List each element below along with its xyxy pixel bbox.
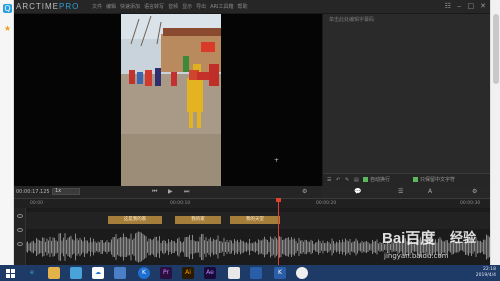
menu-toolbox[interactable]: ARI工具箱: [210, 3, 233, 11]
browser-left-strip: Q ★: [0, 0, 14, 265]
windows-logo-tile: [6, 269, 10, 273]
video-preview[interactable]: +: [14, 14, 322, 186]
subtitle-track[interactable]: 这是我的家 我的家 我的天堂: [26, 212, 490, 229]
aftereffects-icon[interactable]: Ae: [204, 267, 216, 279]
subtitle-hint[interactable]: 单击此处编辑字幕码: [329, 17, 374, 24]
gear-icon[interactable]: ⚙: [472, 188, 477, 196]
eye-icon[interactable]: [17, 214, 23, 218]
menu-file[interactable]: 文件: [92, 3, 102, 11]
playhead[interactable]: [278, 198, 279, 265]
subtitle-block[interactable]: 这是我的家: [108, 216, 162, 224]
video-frame-image: [121, 14, 221, 186]
subtitle-block[interactable]: 我的家: [175, 216, 221, 224]
text-style-icon[interactable]: A: [428, 188, 432, 196]
scrollbar-thumb[interactable]: [493, 14, 499, 84]
crosshair-icon: +: [274, 157, 280, 164]
player-icon[interactable]: [114, 267, 126, 279]
menu-export[interactable]: 导出: [196, 3, 206, 11]
qq-icon[interactable]: [296, 267, 308, 279]
window-buttons: ☷ ‒ □ ✕: [445, 2, 486, 11]
timeline-ruler[interactable]: 00:00 00:00:10 00:00:20 00:00:30: [14, 198, 490, 208]
menu-quick-add[interactable]: 快速添加: [120, 3, 140, 11]
watermark-product: 经验: [450, 231, 477, 246]
maximize-icon[interactable]: □: [468, 2, 475, 11]
menu-icon[interactable]: ☷: [445, 2, 451, 11]
ruler-label: 00:00:30: [460, 201, 481, 206]
chinese-only-checkbox[interactable]: [413, 177, 418, 182]
illustrator-icon[interactable]: Ai: [182, 267, 194, 279]
menu-transcribe[interactable]: 语言转写: [144, 3, 164, 11]
menu-audio[interactable]: 音频: [168, 3, 178, 11]
screen: Q ★ ARCTIMEPRO 文件 编辑 快速添加 语言转写 音频 显示 导出 …: [0, 0, 500, 281]
subtitle-editor-panel[interactable]: 单击此处编辑字幕码 ☰ ↶ ✎ ▤ 自动换行 只保留中文字符: [322, 14, 491, 186]
menu-bar: 文件 编辑 快速添加 语言转写 音频 显示 导出 ARI工具箱 帮助: [92, 3, 248, 11]
subtitle-block[interactable]: 我的天堂: [230, 216, 280, 224]
system-clock[interactable]: 22:18 2019/4/4: [476, 267, 496, 279]
app-k-icon[interactable]: K: [274, 267, 286, 279]
windows-taskbar: e ☁ K Pr Ai Ae K 22:18 2019/4/4: [0, 265, 500, 281]
undo-icon[interactable]: ↶: [336, 177, 340, 184]
ruler-label: 00:00: [30, 201, 43, 206]
speed-select[interactable]: 1x: [52, 188, 80, 195]
eye-icon[interactable]: [17, 228, 23, 232]
cloud-icon[interactable]: ☁: [92, 267, 104, 279]
windows-logo-tile: [6, 274, 10, 278]
arctime-window: ARCTIMEPRO 文件 编辑 快速添加 语言转写 音频 显示 导出 ARI工…: [14, 0, 491, 265]
watermark-brand: Bai百度: [382, 230, 436, 247]
chinese-only-label: 只保留中文字符: [420, 177, 456, 183]
arctime-icon[interactable]: K: [138, 267, 150, 279]
q-app-icon[interactable]: Q: [3, 4, 12, 13]
menu-edit[interactable]: 编辑: [106, 3, 116, 11]
ie-icon[interactable]: e: [26, 267, 38, 279]
browser-scrollbar[interactable]: [490, 0, 500, 265]
folder-icon[interactable]: [48, 267, 60, 279]
menu-view[interactable]: 显示: [182, 3, 192, 11]
image-icon[interactable]: [228, 267, 240, 279]
logo-main: ARCTIME: [16, 2, 59, 11]
playhead-handle[interactable]: [276, 198, 281, 202]
chat-icon[interactable]: 💬: [354, 188, 361, 196]
logo-pro: PRO: [59, 2, 80, 11]
auto-wrap-checkbox[interactable]: [363, 177, 368, 182]
menu-help[interactable]: 帮助: [237, 3, 247, 11]
auto-wrap-option[interactable]: 自动换行: [363, 177, 390, 184]
ruler-label: 00:00:10: [170, 201, 191, 206]
side-panel-tabs: 💬 ☰ A ⚙: [322, 186, 490, 198]
settings-icon[interactable]: ⚙: [302, 188, 307, 196]
app-logo: ARCTIMEPRO: [16, 2, 79, 12]
start-button[interactable]: [4, 267, 16, 279]
track-gutter: [14, 208, 26, 265]
video-frame: [121, 14, 221, 186]
timecode: 00:00:17.125: [16, 189, 50, 195]
next-frame-icon[interactable]: ⏭: [184, 188, 189, 196]
subtitle-toolbar: ☰ ↶ ✎ ▤ 自动换行 只保留中文字符: [323, 173, 491, 186]
browser-icon[interactable]: [70, 267, 82, 279]
star-icon[interactable]: ★: [3, 24, 12, 33]
chinese-only-option[interactable]: 只保留中文字符: [413, 177, 455, 184]
list-icon[interactable]: ☰: [327, 177, 331, 184]
ruler-label: 00:00:20: [316, 201, 337, 206]
close-icon[interactable]: ✕: [480, 2, 486, 11]
windows-logo-tile: [11, 269, 15, 273]
window-icon[interactable]: [250, 267, 262, 279]
auto-wrap-label: 自动换行: [370, 177, 391, 183]
clock-date: 2019/4/4: [475, 273, 496, 278]
edit-icon[interactable]: ✎: [345, 177, 349, 184]
minimize-icon[interactable]: ‒: [457, 2, 461, 11]
player-bar: 00:00:17.125 1x ⏮ ▶ ⏭ ⚙: [14, 186, 322, 198]
split-icon[interactable]: ▤: [354, 177, 359, 184]
play-icon[interactable]: ▶: [168, 188, 173, 196]
eye-icon[interactable]: [17, 242, 23, 246]
premiere-icon[interactable]: Pr: [160, 267, 172, 279]
list-view-icon[interactable]: ☰: [398, 188, 403, 196]
windows-logo-tile: [11, 274, 15, 278]
prev-frame-icon[interactable]: ⏮: [152, 188, 157, 196]
watermark-url: jingyan.baidu.com: [384, 252, 449, 260]
title-bar: ARCTIMEPRO 文件 编辑 快速添加 语言转写 音频 显示 导出 ARI工…: [14, 0, 490, 14]
baidu-watermark: Bai百度 经验 jingyan.baidu.com: [382, 230, 492, 270]
